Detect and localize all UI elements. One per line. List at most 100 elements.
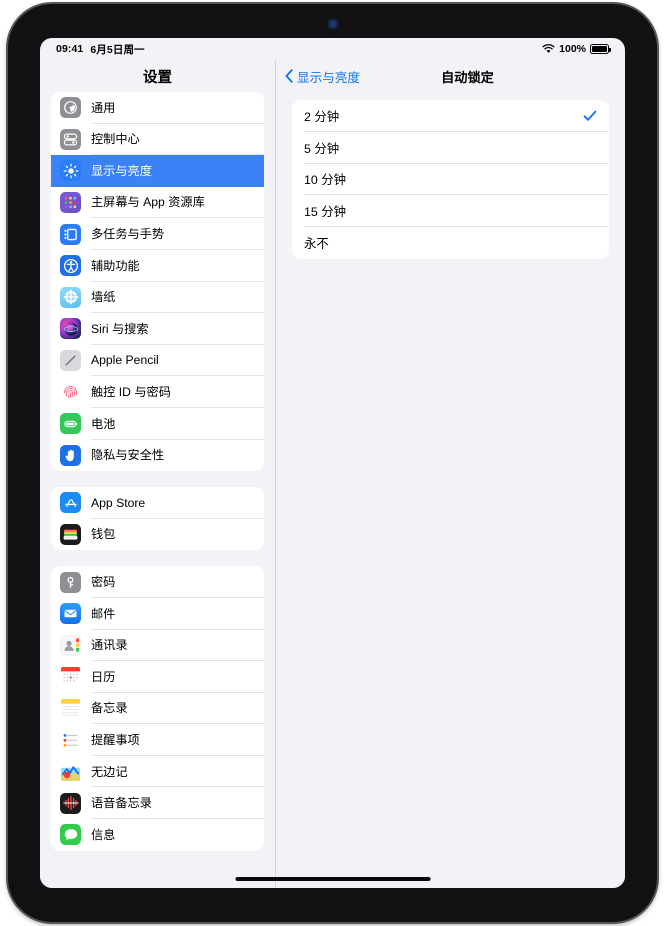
control-center-icon xyxy=(60,128,81,150)
back-button[interactable]: 显示与亮度 xyxy=(285,67,360,86)
chevron-left-icon xyxy=(285,69,293,83)
sidebar-item-通用[interactable]: 通用 xyxy=(51,92,264,124)
sidebar-item-label: 备忘录 xyxy=(91,701,128,716)
sidebar-item-label: 无边记 xyxy=(91,764,128,779)
auto-lock-option-label: 永不 xyxy=(304,237,329,252)
ipad-screen: 09:41 6月5日周一 100% 设置 通用 控制中心 显示与亮度主屏幕与 A… xyxy=(40,38,625,888)
front-camera-icon xyxy=(328,20,337,28)
sidebar-item-label: 信息 xyxy=(91,827,116,842)
app-grid-icon xyxy=(60,192,81,214)
accessibility-icon xyxy=(60,255,81,277)
contacts-icon xyxy=(60,634,81,656)
sidebar-group: 通用控制中心显示与亮度主屏幕与 App 资源库 多任务与手势 辅助功能墙纸 Siri … xyxy=(51,92,264,472)
status-bar: 09:41 6月5日周一 100% xyxy=(40,38,625,60)
sidebar-item-label: 密码 xyxy=(91,575,116,589)
sidebar-group: App Store 钱包 xyxy=(51,487,264,551)
sidebar-scroll-area[interactable]: 通用控制中心显示与亮度主屏幕与 App 资源库 多任务与手势 辅助功能墙纸 Siri … xyxy=(40,92,275,888)
navigation-bar: 显示与亮度 自动锁定 xyxy=(276,60,625,92)
sidebar-item-语音备忘录[interactable]: 语音备忘录 xyxy=(51,787,264,820)
sidebar-item-显示与亮度[interactable]: 显示与亮度 xyxy=(51,155,264,187)
split-view: 设置 通用 控制中心 显示与亮度 主屏幕与 App 资源库 多任务与手势 辅助功能 墙纸 Si… xyxy=(40,60,625,888)
sidebar-item-触控-ID-与密码[interactable]: 触控 ID 与密码 xyxy=(51,376,264,408)
sidebar-item-label: 提醒事项 xyxy=(91,732,140,747)
messages-icon xyxy=(60,824,81,846)
appstore-icon xyxy=(60,492,81,514)
auto-lock-option-row[interactable]: 5 分钟 xyxy=(292,132,609,164)
sidebar-item-label: 邮件 xyxy=(91,606,116,621)
sidebar-item-label: 日历 xyxy=(91,669,116,684)
sidebar-item-label: 钱包 xyxy=(91,527,116,542)
settings-sidebar: 设置 通用控制中心显示与亮度主屏幕与 App 资源库 多任务与手势 辅助功能墙纸 Si… xyxy=(40,60,276,888)
sidebar-item-label: 隐私与安全性 xyxy=(91,448,165,463)
sidebar-item-多任务与手势[interactable]: 多任务与手势 xyxy=(51,218,264,250)
sidebar-item-辅助功能[interactable]: 辅助功能 xyxy=(51,250,264,282)
wifi-icon xyxy=(542,44,555,54)
sidebar-item-label: 控制中心 xyxy=(91,132,140,147)
auto-lock-option-row[interactable]: 永不 xyxy=(292,227,609,259)
options-container: 2 分钟 5 分钟 10 分钟 15 分钟永不 xyxy=(276,92,625,259)
auto-lock-option-label: 15 分钟 xyxy=(304,205,347,220)
sidebar-item-邮件[interactable]: 邮件 xyxy=(51,598,264,630)
auto-lock-option-label: 5 分钟 xyxy=(304,141,340,156)
sidebar-item-label: 多任务与手势 xyxy=(91,227,165,242)
sidebar-item-钱包[interactable]: 钱包 xyxy=(51,519,264,551)
sidebar-item-隐私与安全性[interactable]: 隐私与安全性 xyxy=(51,440,264,472)
sidebar-item-通讯录[interactable]: 通讯录 xyxy=(51,630,264,662)
auto-lock-option-label: 10 分钟 xyxy=(304,173,347,188)
sidebar-item-label: 触控 ID 与密码 xyxy=(91,385,171,400)
sidebar-item-label: 通讯录 xyxy=(91,638,128,653)
detail-pane: 显示与亮度 自动锁定 2 分钟 5 分钟 10 分钟 15 分钟永不 xyxy=(276,60,625,888)
auto-lock-options-list: 2 分钟 5 分钟 10 分钟 15 分钟永不 xyxy=(292,100,609,259)
sidebar-item-App-Store[interactable]: App Store xyxy=(51,487,264,519)
sidebar-item-label: 通用 xyxy=(91,100,116,115)
battery-icon xyxy=(60,413,81,435)
sidebar-title: 设置 xyxy=(143,69,172,86)
sidebar-item-密码[interactable]: 密码 xyxy=(51,566,264,598)
sidebar-item-label: 语音备忘录 xyxy=(91,796,152,811)
auto-lock-option-label: 2 分钟 xyxy=(304,109,340,124)
reminders-icon xyxy=(60,729,81,751)
calendar-icon xyxy=(60,666,81,688)
sidebar-item-提醒事项[interactable]: 提醒事项 xyxy=(51,724,264,756)
sidebar-item-Apple-Pencil[interactable]: Apple Pencil xyxy=(51,345,264,377)
sidebar-item-label: 墙纸 xyxy=(91,290,116,305)
sidebar-item-Siri-与搜索[interactable]: Siri 与搜索 xyxy=(51,313,264,345)
sidebar-item-控制中心[interactable]: 控制中心 xyxy=(51,124,264,156)
auto-lock-option-row[interactable]: 2 分钟 xyxy=(292,100,609,132)
status-bar-right: 100% xyxy=(542,43,611,55)
sidebar-item-备忘录[interactable]: 备忘录 xyxy=(51,693,264,725)
sidebar-item-电池[interactable]: 电池 xyxy=(51,408,264,440)
sidebar-item-日历[interactable]: 日历 xyxy=(51,661,264,693)
sidebar-item-label: Siri 与搜索 xyxy=(91,321,149,336)
wallet-icon xyxy=(60,524,81,546)
sidebar-item-无边记[interactable]: 无边记 xyxy=(51,756,264,788)
fingerprint-icon xyxy=(60,381,81,403)
home-indicator[interactable] xyxy=(235,876,430,881)
ipad-device-frame: 09:41 6月5日周一 100% 设置 通用 控制中心 显示与亮度主屏幕与 A… xyxy=(8,4,657,922)
status-date: 6月5日周一 xyxy=(90,43,145,56)
battery-full-icon xyxy=(590,44,611,54)
freeform-icon xyxy=(60,761,81,783)
sidebar-item-label: 主屏幕与 App 资源库 xyxy=(91,195,205,210)
gear-icon xyxy=(60,97,81,119)
sidebar-item-墙纸[interactable]: 墙纸 xyxy=(51,282,264,314)
siri-icon xyxy=(60,318,81,340)
sidebar-item-label: 辅助功能 xyxy=(91,258,140,273)
pencil-icon xyxy=(60,350,81,372)
sidebar-item-label: 电池 xyxy=(91,416,116,431)
wallpaper-icon xyxy=(60,286,81,308)
sidebar-item-label: 显示与亮度 xyxy=(91,163,152,178)
sidebar-group: 密码邮件通讯录日历备忘录提醒事项无边记语音备忘录信息 xyxy=(51,566,264,851)
multitasking-icon xyxy=(60,223,81,245)
key-icon xyxy=(60,571,81,593)
auto-lock-option-row[interactable]: 10 分钟 xyxy=(292,164,609,196)
auto-lock-option-row[interactable]: 15 分钟 xyxy=(292,195,609,228)
sidebar-item-主屏幕与-App-资源库[interactable]: 主屏幕与 App 资源库 xyxy=(51,187,264,219)
hand-privacy-icon xyxy=(60,444,81,466)
mail-icon xyxy=(60,603,81,625)
status-time: 09:41 xyxy=(56,43,84,55)
back-button-label: 显示与亮度 xyxy=(297,70,360,85)
battery-percent-label: 100% xyxy=(559,43,586,55)
brightness-icon xyxy=(60,160,81,182)
sidebar-item-信息[interactable]: 信息 xyxy=(51,819,264,851)
